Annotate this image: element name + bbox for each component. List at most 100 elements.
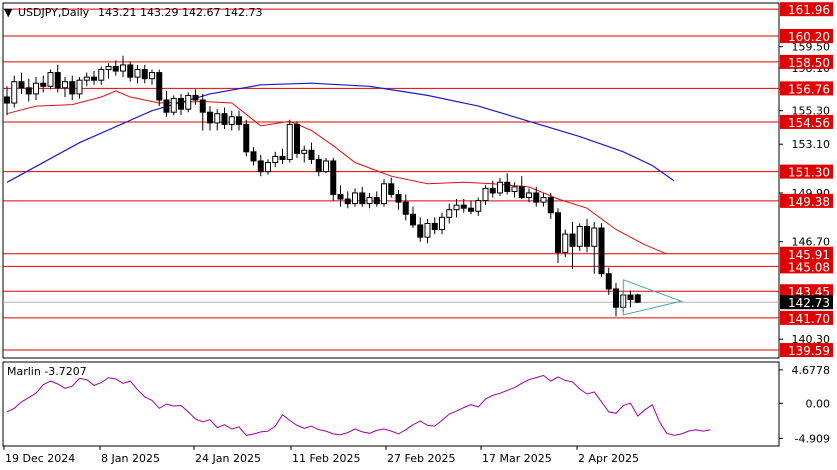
candle-body <box>11 81 18 104</box>
candle-body <box>221 113 228 125</box>
candle-body <box>424 222 431 238</box>
oscillator-axis-label: 0.00 <box>806 397 831 410</box>
candle <box>214 109 221 131</box>
candle-body <box>207 111 213 124</box>
candle-body <box>497 181 503 194</box>
candle <box>294 121 300 158</box>
candle-body <box>120 64 126 72</box>
candle-body <box>352 192 358 205</box>
candle-body <box>33 82 39 95</box>
candle <box>207 106 213 131</box>
candle <box>286 119 293 163</box>
candle-body <box>337 193 344 200</box>
chart-canvas: 159.50158.10156.70155.30153.10149.90146.… <box>2 2 833 465</box>
candle-body <box>54 72 61 89</box>
candle-body <box>613 288 619 308</box>
candle <box>308 142 315 164</box>
candle-body <box>156 72 163 101</box>
candle <box>272 151 279 168</box>
candle-body <box>634 294 641 303</box>
marlin-oscillator-line <box>6 374 711 436</box>
candle-body <box>265 161 271 173</box>
candle-body <box>192 94 199 101</box>
candle <box>163 90 170 117</box>
candle-body <box>149 72 155 80</box>
time-axis-label: 27 Feb 2025 <box>387 452 455 465</box>
candle-body <box>301 149 308 154</box>
candle-body <box>243 123 250 153</box>
candle <box>431 217 438 235</box>
price-level-label: 156.76 <box>788 82 830 96</box>
candle <box>112 60 119 76</box>
candle <box>134 64 141 84</box>
candle-body <box>489 187 496 194</box>
candle-body <box>62 81 68 89</box>
candle <box>598 223 605 277</box>
ohlc-values: 143.21 143.29 142.67 142.73 <box>98 6 262 19</box>
candle-body <box>40 82 47 87</box>
candle <box>301 145 308 163</box>
candle <box>83 72 90 87</box>
time-axis-label: 2 Apr 2025 <box>578 452 639 465</box>
candle <box>257 154 264 177</box>
candle <box>526 188 532 203</box>
candle <box>359 186 366 207</box>
current-price-label: 142.73 <box>788 296 830 310</box>
candle <box>221 107 228 129</box>
candle-body <box>294 123 300 154</box>
candle-body <box>417 224 424 238</box>
candle-body <box>272 155 279 163</box>
candle <box>584 218 590 253</box>
candle <box>446 203 453 224</box>
candle-body <box>18 81 25 89</box>
candle <box>388 177 395 198</box>
candle <box>228 110 235 131</box>
candle-body <box>286 123 293 160</box>
candle-body <box>91 76 97 81</box>
candle-body <box>228 116 235 125</box>
candle <box>504 173 511 195</box>
candle <box>250 147 257 166</box>
price-level-label: 154.56 <box>788 116 830 130</box>
candle-body <box>257 160 264 173</box>
oscillator-axis-label: -4.909 <box>795 432 830 445</box>
candle-body <box>250 151 257 162</box>
candle-body <box>453 204 460 211</box>
candle-body <box>25 87 32 95</box>
candle-body <box>163 99 170 113</box>
candle <box>366 192 373 209</box>
candle <box>330 157 337 201</box>
candle <box>120 55 126 78</box>
candle-body <box>547 197 554 214</box>
price-pane: 159.50158.10156.70155.30153.10149.90146.… <box>2 2 833 359</box>
time-axis-label: 24 Jan 2025 <box>195 452 261 465</box>
candle <box>323 157 329 174</box>
time-axis-label: 19 Dec 2024 <box>5 452 75 465</box>
price-level-label: 160.20 <box>788 30 830 44</box>
candle <box>576 223 583 251</box>
candle-body <box>468 207 474 212</box>
candle-body <box>584 225 590 247</box>
oscillator-axis-label: 4.6778 <box>792 364 831 377</box>
candle-body <box>127 64 134 78</box>
candle <box>105 63 112 79</box>
menu-triangle-icon[interactable]: ▼ <box>4 6 13 19</box>
candle-body <box>236 116 242 125</box>
candle <box>149 69 155 85</box>
time-axis-label: 17 Mar 2025 <box>482 452 552 465</box>
candle-body <box>533 192 540 203</box>
candle <box>236 110 242 131</box>
symbol-label: USDJPY,Daily <box>18 6 90 19</box>
candle-body <box>605 273 612 290</box>
candle-body <box>323 160 329 173</box>
candle-body <box>381 183 387 205</box>
candle-body <box>439 216 445 231</box>
candle <box>62 77 68 97</box>
candle-body <box>134 69 141 78</box>
candle-body <box>540 197 547 203</box>
candle-body <box>511 186 518 192</box>
slow-moving-average-line <box>6 82 675 183</box>
candle-body <box>562 233 569 253</box>
candle <box>511 182 518 198</box>
candle-body <box>388 183 395 195</box>
